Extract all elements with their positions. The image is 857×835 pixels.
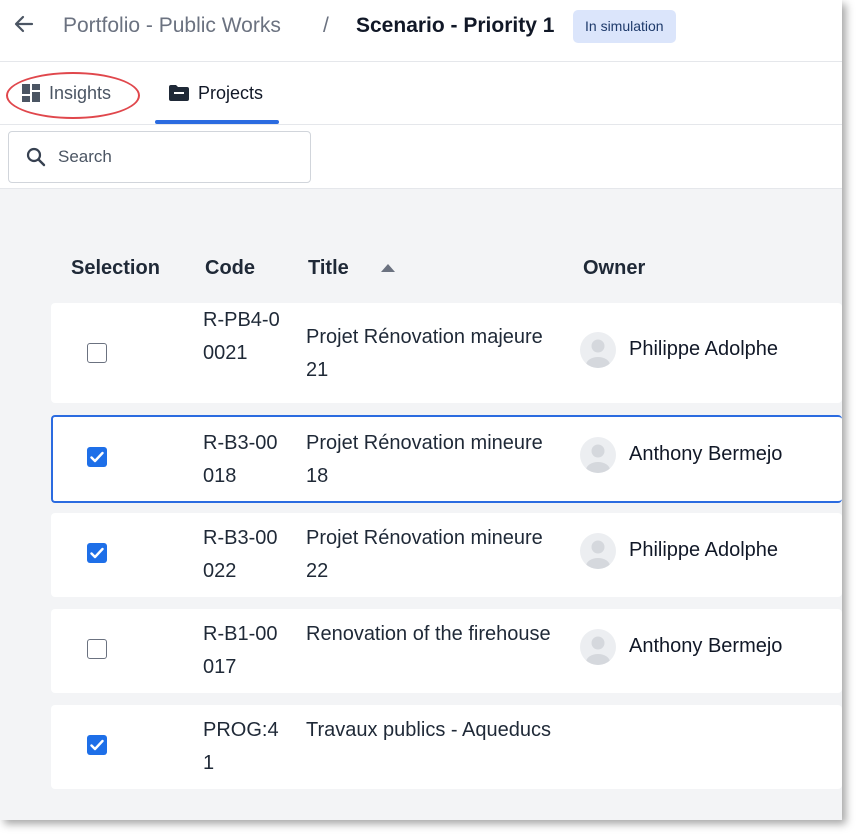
checkmark-icon — [90, 547, 104, 559]
search-input[interactable] — [58, 147, 278, 167]
row-owner: Philippe Adolphe — [629, 338, 779, 360]
breadcrumb-separator: / — [323, 14, 329, 37]
row-code: PROG:41 — [203, 719, 279, 774]
column-header-selection: Selection — [71, 257, 160, 279]
row-checkbox[interactable] — [87, 639, 107, 659]
breadcrumb-portfolio-link[interactable]: Portfolio - Public Works — [63, 14, 281, 38]
row-code: R-B3-00018 — [203, 432, 278, 487]
column-header-code[interactable]: Code — [205, 257, 255, 280]
row-code: R-B3-00022 — [203, 527, 278, 582]
row-code: R-PB4-00021 — [203, 309, 280, 364]
sort-ascending-icon[interactable] — [380, 263, 396, 273]
user-placeholder-icon — [586, 339, 610, 368]
checkmark-icon — [90, 739, 104, 751]
tab-bar: Insights Projects — [0, 62, 842, 125]
folder-icon — [169, 85, 189, 101]
avatar — [580, 332, 616, 368]
dashboard-icon — [22, 84, 40, 102]
user-placeholder-icon — [586, 444, 610, 473]
row-checkbox[interactable] — [87, 735, 107, 755]
row-checkbox[interactable] — [87, 343, 107, 363]
page-title: Scenario - Priority 1 — [356, 14, 555, 37]
avatar — [580, 629, 616, 665]
column-header-title[interactable]: Title — [308, 257, 349, 280]
user-placeholder-icon — [586, 540, 610, 569]
row-checkbox[interactable] — [87, 447, 107, 467]
row-code: R-B1-00017 — [203, 623, 278, 678]
table-row[interactable]: R-PB4-00021 Projet Rénovation majeure 21… — [51, 303, 842, 403]
search-field[interactable] — [8, 131, 311, 183]
row-title[interactable]: Projet Rénovation mineure 22 — [306, 522, 551, 588]
row-owner: Philippe Adolphe — [629, 539, 779, 561]
row-title[interactable]: Projet Rénovation majeure 21 — [306, 321, 551, 387]
search-icon — [26, 147, 46, 167]
table-row[interactable]: PROG:41 Travaux publics - Aqueducs — [51, 705, 842, 789]
arrow-left-icon — [14, 15, 34, 33]
avatar — [580, 437, 616, 473]
row-title[interactable]: Travaux publics - Aqueducs — [306, 714, 551, 747]
page-header: Portfolio - Public Works / Scenario - Pr… — [0, 0, 842, 62]
table-row[interactable]: R-B3-00022 Projet Rénovation mineure 22 … — [51, 513, 842, 597]
status-badge: In simulation — [573, 10, 676, 43]
app-window: Portfolio - Public Works / Scenario - Pr… — [0, 0, 842, 820]
table-row[interactable]: R-B1-00017 Renovation of the firehouse A… — [51, 609, 842, 693]
back-button[interactable] — [10, 10, 38, 38]
avatar — [580, 533, 616, 569]
tab-insights-label: Insights — [49, 82, 112, 103]
user-placeholder-icon — [586, 636, 610, 665]
tab-projects-label: Projects — [198, 82, 264, 103]
table-row[interactable]: R-B3-00018 Projet Rénovation mineure 18 … — [51, 415, 842, 503]
tab-projects[interactable]: Projects — [155, 62, 279, 124]
row-checkbox[interactable] — [87, 543, 107, 563]
row-title[interactable]: Renovation of the firehouse — [306, 618, 551, 651]
row-owner: Anthony Bermejo — [629, 635, 783, 657]
checkmark-icon — [90, 451, 104, 463]
row-title[interactable]: Projet Rénovation mineure 18 — [306, 427, 551, 493]
row-owner: Anthony Bermejo — [629, 443, 783, 465]
tab-insights[interactable]: Insights — [22, 62, 111, 124]
column-header-owner[interactable]: Owner — [583, 257, 645, 280]
